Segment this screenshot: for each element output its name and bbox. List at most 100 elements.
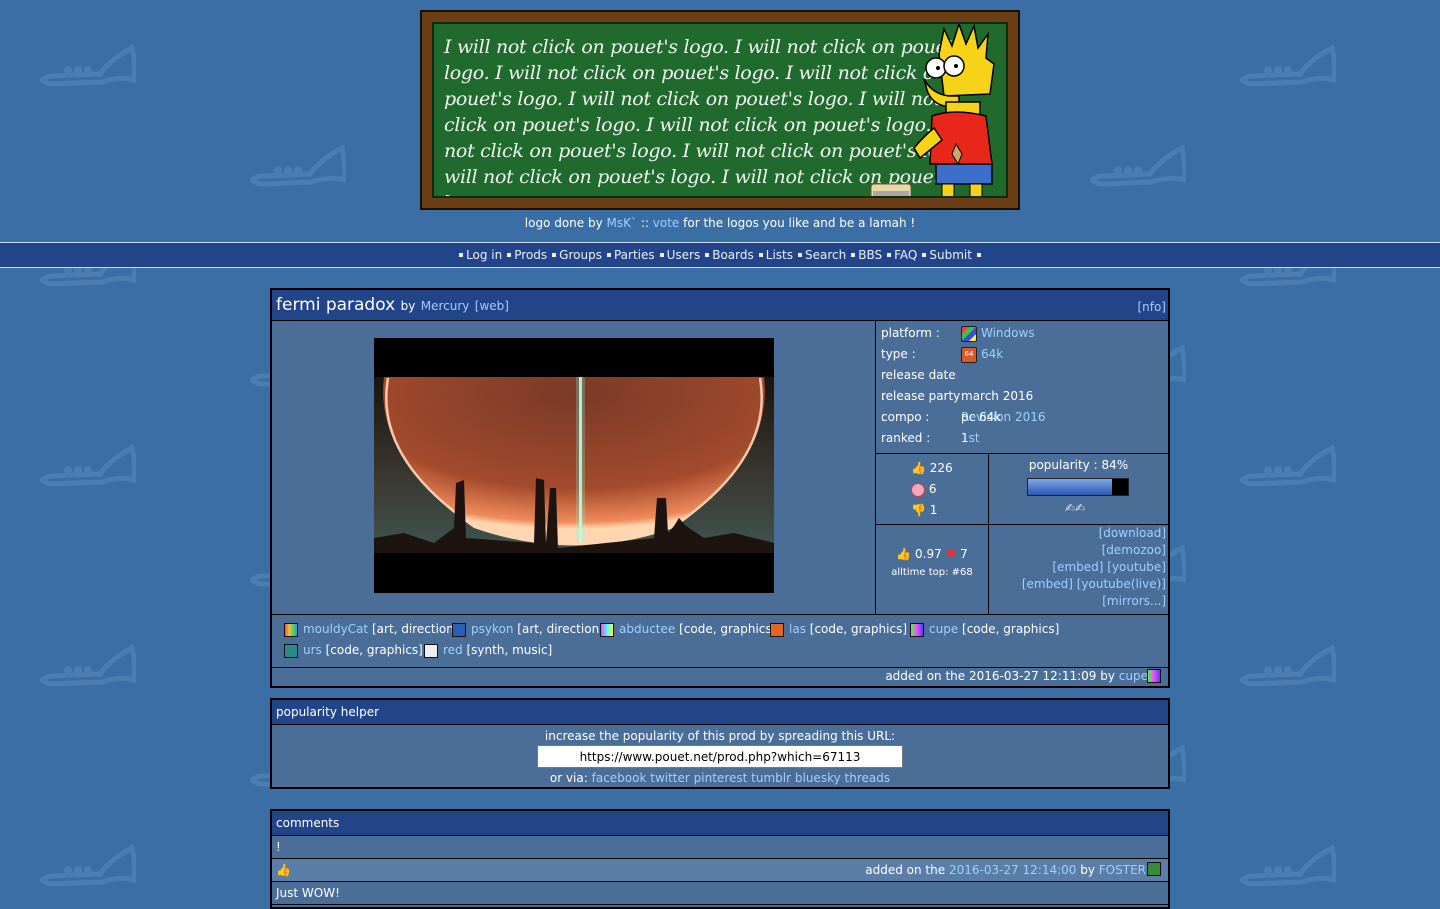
credit-item: red [synth, music] bbox=[424, 640, 552, 661]
heart-icon: ♥ bbox=[945, 547, 957, 561]
comment-user-link[interactable]: FOSTER bbox=[1099, 863, 1146, 877]
nav-item-groups: Groups bbox=[549, 243, 602, 267]
comment-footer: 👍 added on the 2016-03-27 12:14:00 by FO… bbox=[272, 859, 1168, 882]
nav-item-boards: Boards bbox=[702, 243, 754, 267]
nav-bullet bbox=[552, 252, 557, 257]
share-bluesky[interactable]: bluesky bbox=[795, 771, 841, 785]
nav-bullet bbox=[606, 252, 611, 257]
credit-user-link[interactable]: psykon bbox=[471, 622, 513, 636]
info-key: ranked : bbox=[881, 431, 931, 445]
vote-sucks: 👎 1 bbox=[911, 500, 937, 520]
credit-role: [art, direction] bbox=[517, 622, 604, 636]
avatar bbox=[910, 622, 924, 637]
credit-role: [code, graphics] bbox=[809, 622, 908, 636]
share-tumblr[interactable]: tumblr bbox=[751, 771, 791, 785]
info-ranked: ranked : 1st bbox=[881, 428, 980, 449]
nav-link-submit[interactable]: Submit bbox=[929, 248, 972, 262]
info-type: type : 64 64k bbox=[881, 344, 1003, 365]
share-twitter[interactable]: twitter bbox=[650, 771, 690, 785]
nav-item-search: Search bbox=[795, 243, 846, 267]
comment-meta: added on the 2016-03-27 12:14:00 by FOST… bbox=[865, 859, 1146, 881]
nav-list: Log in Prods Groups Parties Users Boards Lists… bbox=[455, 243, 985, 267]
nav-bullet bbox=[798, 252, 802, 257]
type-link[interactable]: 64k bbox=[981, 347, 1003, 361]
info-release-date: release date : march 2016 bbox=[881, 365, 1033, 403]
rank-value: 1 bbox=[961, 431, 969, 445]
rank-link[interactable]: st bbox=[969, 431, 980, 445]
popularity-label: popularity : 84% bbox=[1028, 458, 1129, 472]
credit-user-link[interactable]: red bbox=[443, 643, 463, 657]
nav-bullet bbox=[922, 252, 927, 257]
thumbs-down-icon: 👎 bbox=[911, 503, 926, 517]
nav-link-log-in[interactable]: Log in bbox=[466, 248, 502, 262]
youtube-link[interactable]: [youtube] bbox=[1107, 560, 1166, 574]
prod-by: by bbox=[400, 299, 416, 313]
share-links: or via: facebook twitter pinterest tumbl… bbox=[272, 771, 1168, 785]
prod-box: fermi paradox by Mercury [web] [nfo] pla… bbox=[270, 288, 1170, 688]
credit-role: [art, direction] bbox=[371, 622, 459, 636]
share-facebook[interactable]: facebook bbox=[592, 771, 647, 785]
nav-link-search[interactable]: Search bbox=[805, 248, 846, 262]
nav-link-parties[interactable]: Parties bbox=[614, 248, 655, 262]
site-logo[interactable]: I will not click on pouet's logo. I will… bbox=[420, 10, 1020, 210]
credit-user-link[interactable]: urs bbox=[303, 643, 322, 657]
nav-bullet bbox=[887, 252, 892, 257]
logo-credit-suffix: for the logos you like and be a lamah ! bbox=[683, 216, 916, 230]
download-link[interactable]: [download] bbox=[1099, 526, 1166, 540]
credit-role: [code, graphics] bbox=[325, 643, 423, 657]
nav-link-faq[interactable]: FAQ bbox=[894, 248, 917, 262]
avatar bbox=[284, 622, 298, 637]
avatar bbox=[1147, 669, 1161, 683]
credit-user-link[interactable]: cupe bbox=[929, 622, 958, 636]
logo-author-link[interactable]: MsK` bbox=[607, 216, 637, 230]
added-user-link[interactable]: cupe bbox=[1119, 669, 1148, 683]
nav-link-bbs[interactable]: BBS bbox=[858, 248, 882, 262]
prod-screenshot[interactable] bbox=[374, 338, 774, 593]
thumbs-up-icon: 👍 bbox=[896, 547, 912, 561]
info-platform: platform : Windows bbox=[881, 323, 1035, 344]
nav-item-submit: Submit bbox=[919, 243, 972, 267]
eraser-icon bbox=[870, 183, 912, 196]
platform-link[interactable]: Windows bbox=[981, 326, 1035, 340]
credit-user-link[interactable]: las bbox=[789, 622, 806, 636]
nav-link-boards[interactable]: Boards bbox=[712, 248, 754, 262]
youtube-live-link[interactable]: [youtube(live)] bbox=[1077, 577, 1166, 591]
nav-link-prods[interactable]: Prods bbox=[514, 248, 547, 262]
added-by: added on the 2016-03-27 12:11:09 by cupe bbox=[885, 667, 1168, 686]
credit-item: psykon [art, direction] bbox=[452, 619, 604, 640]
group-link[interactable]: Mercury bbox=[421, 299, 470, 313]
cdc-icon: ✍ bbox=[1075, 501, 1086, 515]
comment-permalink[interactable]: 2016-03-27 12:14:00 bbox=[949, 863, 1076, 877]
average-cell: 👍 0.97 ♥ 7 alltime top: #68 bbox=[876, 525, 989, 614]
credit-item: urs [code, graphics] bbox=[284, 640, 423, 661]
share-threads[interactable]: threads bbox=[845, 771, 891, 785]
nav-link-users[interactable]: Users bbox=[667, 248, 701, 262]
nav-link-lists[interactable]: Lists bbox=[766, 248, 793, 262]
credit-item: mouldyCat [art, direction] bbox=[284, 619, 459, 640]
info-key: type : bbox=[881, 347, 916, 361]
mirrors-link[interactable]: [mirrors...] bbox=[1102, 594, 1166, 608]
nav-link-groups[interactable]: Groups bbox=[559, 248, 602, 262]
logo-vote-link[interactable]: vote bbox=[653, 216, 680, 230]
screenshot-cell bbox=[272, 321, 876, 614]
nav-bullet bbox=[507, 252, 512, 257]
average-value: 0.97 bbox=[915, 547, 942, 561]
vote-piggie: 6 bbox=[911, 479, 936, 499]
embed-link[interactable]: [embed] bbox=[1052, 560, 1103, 574]
logo-credit-separator: :: bbox=[640, 216, 649, 230]
nfo-link[interactable]: [nfo] bbox=[1137, 300, 1166, 314]
info-key: compo : bbox=[881, 410, 930, 424]
credit-user-link[interactable]: mouldyCat bbox=[303, 622, 368, 636]
comments-box: comments ! 👍 added on the 2016-03-27 12:… bbox=[270, 809, 1170, 909]
demozoo-link[interactable]: [demozoo] bbox=[1102, 543, 1166, 557]
nav-item-bbs: BBS bbox=[848, 243, 882, 267]
credit-user-link[interactable]: abductee bbox=[619, 622, 675, 636]
share-pinterest[interactable]: pinterest bbox=[694, 771, 748, 785]
embed-link[interactable]: [embed] bbox=[1022, 577, 1073, 591]
share-url-field[interactable]: https://www.pouet.net/prod.php?which=671… bbox=[537, 745, 903, 768]
avatar bbox=[600, 622, 614, 637]
comment-text: Just WOW! bbox=[272, 882, 1168, 905]
group-web-link[interactable]: [web] bbox=[475, 299, 509, 313]
nav-bullet bbox=[851, 252, 856, 257]
thumbs-up-icon: 👍 bbox=[276, 863, 291, 877]
